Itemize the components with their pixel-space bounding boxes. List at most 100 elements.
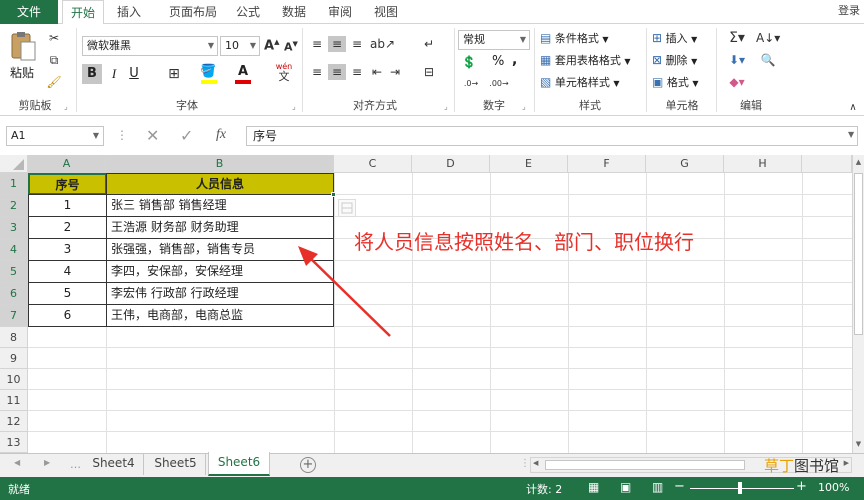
clipboard-launcher-icon[interactable]: ⌟ [64, 102, 68, 111]
cell-b1-header[interactable]: 人员信息 [106, 173, 334, 195]
wrap-text-icon[interactable]: ↵ [420, 36, 438, 52]
row-header-4[interactable]: 4 [0, 239, 28, 261]
sheet-tab-sheet6[interactable]: Sheet6 [208, 452, 270, 476]
format-as-table-button[interactable]: ▦ 套用表格格式 ▼ [540, 52, 631, 68]
scroll-up-icon[interactable]: ▲ [853, 155, 864, 169]
table-cell-a[interactable]: 5 [28, 282, 107, 305]
table-cell-b[interactable]: 张三 销售部 销售经理 [106, 194, 334, 217]
fill-color-button[interactable]: 🪣 [200, 64, 222, 84]
column-header-e[interactable]: E [490, 155, 568, 173]
align-middle-icon[interactable]: ≡ [328, 36, 346, 52]
zoom-level[interactable]: 100% [818, 481, 849, 494]
decrease-indent-icon[interactable]: ⇤ [370, 64, 384, 80]
vertical-scrollbar[interactable]: ▲ ▼ [852, 155, 864, 453]
row-header-2[interactable]: 2 [0, 195, 28, 217]
align-bottom-icon[interactable]: ≡ [348, 36, 366, 52]
grow-font-icon[interactable]: A▲ [264, 38, 279, 53]
align-top-icon[interactable]: ≡ [308, 36, 326, 52]
font-name-dropdown[interactable]: 微软雅黑 ▼ [82, 36, 218, 56]
align-left-icon[interactable]: ≡ [308, 64, 326, 80]
zoom-out-icon[interactable]: − [674, 479, 685, 494]
normal-view-icon[interactable]: ▦ [588, 480, 599, 494]
tab-page-layout[interactable]: 页面布局 [158, 0, 228, 24]
column-header-g[interactable]: G [646, 155, 724, 173]
table-cell-a[interactable]: 1 [28, 194, 107, 217]
bold-button[interactable]: B [82, 64, 102, 84]
table-cell-a[interactable]: 4 [28, 260, 107, 283]
row-header-11[interactable]: 11 [0, 390, 28, 411]
increase-indent-icon[interactable]: ⇥ [388, 64, 402, 80]
italic-button[interactable]: I [106, 64, 122, 84]
zoom-in-icon[interactable]: + [796, 479, 807, 494]
row-header-13[interactable]: 13 [0, 432, 28, 453]
cell-a1-header[interactable]: 序号 [28, 173, 107, 195]
column-header-h[interactable]: H [724, 155, 802, 173]
table-cell-a[interactable]: 2 [28, 216, 107, 239]
underline-button[interactable]: U [126, 64, 142, 84]
font-launcher-icon[interactable]: ⌟ [292, 102, 296, 111]
column-header-d[interactable]: D [412, 155, 490, 173]
cut-icon[interactable]: ✂ [46, 30, 62, 46]
next-sheet-icon[interactable]: ▶ [44, 458, 50, 467]
column-header-b[interactable]: B [106, 155, 334, 173]
quick-analysis-icon[interactable] [338, 199, 356, 217]
vertical-scroll-thumb[interactable] [854, 173, 863, 335]
sort-filter-icon[interactable]: A↓▾ [756, 30, 780, 46]
percent-button[interactable]: % [492, 54, 504, 69]
tab-review[interactable]: 审阅 [324, 0, 356, 24]
align-right-icon[interactable]: ≡ [348, 64, 366, 80]
tab-home[interactable]: 开始 [62, 0, 104, 25]
login-link[interactable]: 登录 [838, 0, 860, 22]
zoom-slider[interactable] [690, 488, 794, 489]
row-header-9[interactable]: 9 [0, 348, 28, 369]
tab-insert[interactable]: 插入 [108, 0, 150, 24]
phonetic-button[interactable]: wén 文 [272, 62, 296, 86]
currency-icon[interactable]: 💲 [460, 54, 478, 70]
column-header-i[interactable] [802, 155, 852, 173]
collapse-ribbon-icon[interactable]: ∧ [846, 100, 860, 116]
add-sheet-icon[interactable]: + [300, 457, 316, 473]
clear-icon[interactable]: ◆▾ [722, 74, 752, 90]
formula-input[interactable]: 序号 [246, 126, 858, 146]
name-box[interactable]: A1 ▼ [6, 126, 104, 146]
format-cells-button[interactable]: ▣ 格式 ▼ [652, 74, 699, 90]
scroll-right-icon[interactable]: ▶ [844, 459, 849, 467]
zoom-slider-thumb[interactable] [738, 482, 742, 494]
row-header-6[interactable]: 6 [0, 283, 28, 305]
insert-function-button[interactable]: fx [216, 127, 226, 143]
number-format-dropdown[interactable]: 常规 ▼ [458, 30, 530, 50]
alignment-launcher-icon[interactable]: ⌟ [444, 102, 448, 111]
copy-icon[interactable]: ⧉ [46, 52, 62, 68]
enter-icon[interactable]: ✓ [180, 126, 193, 145]
border-icon[interactable]: ⊞ [164, 66, 184, 82]
table-cell-b[interactable]: 王浩源 财务部 财务助理 [106, 216, 334, 239]
column-header-f[interactable]: F [568, 155, 646, 173]
more-sheets-icon[interactable]: … [70, 458, 81, 471]
row-header-12[interactable]: 12 [0, 411, 28, 432]
orientation-icon[interactable]: ab↗ [370, 36, 395, 52]
row-header-1[interactable]: 1 [0, 173, 28, 195]
decrease-decimal-icon[interactable]: .00→ [488, 76, 510, 92]
shrink-font-icon[interactable]: A▼ [284, 40, 298, 54]
row-header-3[interactable]: 3 [0, 217, 28, 239]
row-header-7[interactable]: 7 [0, 305, 28, 327]
comma-button[interactable]: , [512, 52, 517, 68]
scroll-left-icon[interactable]: ◀ [533, 459, 538, 467]
expand-formula-icon[interactable]: ▼ [848, 130, 854, 139]
page-layout-view-icon[interactable]: ▣ [620, 480, 631, 494]
tab-file[interactable]: 文件 [0, 0, 58, 24]
conditional-format-button[interactable]: ▤ 条件格式 ▼ [540, 30, 609, 46]
sheet-tab-sheet5[interactable]: Sheet5 [146, 453, 206, 475]
autosum-icon[interactable]: Σ▾ [722, 30, 752, 46]
table-cell-a[interactable]: 6 [28, 304, 107, 327]
row-header-10[interactable]: 10 [0, 369, 28, 390]
tab-split-grip-icon[interactable]: ⋮ [520, 458, 530, 469]
align-center-icon[interactable]: ≡ [328, 64, 346, 80]
column-header-a[interactable]: A [28, 155, 106, 173]
font-color-button[interactable]: A [234, 64, 252, 84]
find-select-icon[interactable]: 🔍 [756, 52, 780, 68]
prev-sheet-icon[interactable]: ◀ [14, 458, 20, 467]
cell-styles-button[interactable]: ▧ 单元格样式 ▼ [540, 74, 620, 90]
page-break-view-icon[interactable]: ▥ [652, 480, 663, 494]
tab-view[interactable]: 视图 [370, 0, 402, 24]
